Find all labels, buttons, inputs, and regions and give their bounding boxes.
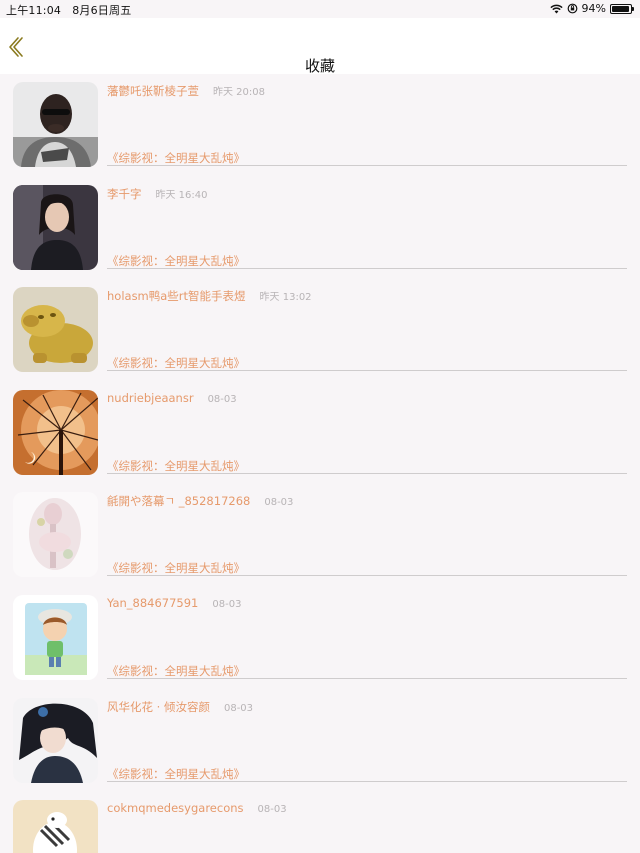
timestamp: 08-03	[212, 598, 242, 610]
user-name[interactable]: holasm鸭a些rt智能手表煜 昨天 13:02	[107, 288, 312, 304]
row-divider	[107, 575, 627, 577]
battery-icon	[610, 3, 634, 14]
list-item[interactable]: 藩鬱吒张靳棱子萱 昨天 20:08 《综影视：全明星大乱炖》	[0, 74, 640, 177]
avatar[interactable]	[13, 184, 98, 270]
collection-title[interactable]: 《综影视：全明星大乱炖》	[107, 150, 245, 166]
collection-title[interactable]: 《综影视：全明星大乱炖》	[107, 663, 245, 679]
battery-fill	[612, 5, 629, 12]
avatar[interactable]	[13, 492, 98, 578]
user-name[interactable]: nudriebjeaansr 08-03	[107, 391, 237, 405]
list-item[interactable]: 毹開や落幕ㄱ _852817268 08-03 《综影视：全明星大乱炖》	[0, 484, 640, 587]
list-item[interactable]: nudriebjeaansr 08-03 《综影视：全明星大乱炖》	[0, 382, 640, 485]
avatar[interactable]	[13, 800, 98, 853]
user-name[interactable]: 风华化花 · 倾汝容颜 08-03	[107, 699, 253, 715]
timestamp: 08-03	[223, 702, 254, 714]
row-divider	[107, 780, 627, 782]
timestamp: 08-03	[207, 393, 237, 405]
row-divider	[107, 472, 627, 474]
status-indicators: 94%	[549, 2, 634, 15]
collection-title[interactable]: 《综影视：全明星大乱炖》	[107, 766, 245, 782]
user-name-text: 李千字	[107, 186, 142, 201]
avatar[interactable]	[13, 82, 98, 167]
collection-title[interactable]: 《综影视：全明星大乱炖》	[107, 560, 245, 576]
user-name-text: cokmqmedesygarecons	[107, 801, 244, 816]
orientation-lock-icon	[567, 3, 578, 14]
user-name-text: nudriebjeaansr	[107, 390, 194, 405]
avatar[interactable]	[13, 389, 98, 475]
user-name-text: 风华化花 · 倾汝容颜	[107, 699, 210, 714]
user-name-text: 毹開や落幕ㄱ _852817268	[107, 494, 251, 509]
timestamp: 昨天 20:08	[213, 87, 265, 98]
collection-title[interactable]: 《综影视：全明星大乱炖》	[107, 253, 245, 269]
list-item[interactable]: cokmqmedesygarecons 08-03	[0, 792, 640, 853]
list-item[interactable]: 李千字 昨天 16:40 《综影视：全明星大乱炖》	[0, 177, 640, 280]
status-time-date: 上午11:04 8月6日周五	[6, 2, 131, 18]
list-item[interactable]: Yan_884677591 08-03 《综影视：全明星大乱炖》	[0, 587, 640, 690]
collection-title[interactable]: 《综影视：全明星大乱炖》	[107, 355, 245, 371]
wifi-icon	[549, 4, 563, 14]
row-divider	[107, 267, 627, 269]
user-name[interactable]: 李千字 昨天 16:40	[107, 186, 208, 202]
timestamp: 昨天 13:02	[259, 292, 312, 304]
status-bar: 上午11:04 8月6日周五 94%	[0, 0, 640, 18]
user-name-text: holasm鸭a些rt智能手表煜	[107, 289, 246, 304]
avatar[interactable]	[13, 287, 98, 373]
page-title: 收藏	[304, 57, 335, 75]
nav-bar: 收藏	[0, 18, 640, 75]
timestamp: 昨天 16:40	[155, 189, 208, 201]
collection-title[interactable]: 《综影视：全明星大乱炖》	[107, 458, 245, 474]
user-name[interactable]: 藩鬱吒张靳棱子萱 昨天 20:08	[107, 83, 265, 99]
user-name-text: Yan_884677591	[107, 595, 199, 610]
status-date: 8月6日周五	[72, 4, 132, 17]
user-name[interactable]: Yan_884677591 08-03	[107, 596, 241, 610]
timestamp: 08-03	[257, 804, 287, 816]
avatar[interactable]	[13, 697, 98, 783]
list-item[interactable]: holasm鸭a些rt智能手表煜 昨天 13:02 《综影视：全明星大乱炖》	[0, 279, 640, 382]
timestamp: 08-03	[264, 497, 294, 509]
row-divider	[107, 370, 627, 372]
user-name[interactable]: cokmqmedesygarecons 08-03	[107, 801, 287, 815]
status-time: 上午11:04	[6, 4, 62, 17]
user-name[interactable]: 毹開や落幕ㄱ _852817268 08-03	[107, 493, 293, 509]
row-divider	[107, 165, 627, 166]
battery-percent: 94%	[581, 2, 606, 15]
list-item[interactable]: 风华化花 · 倾汝容颜 08-03 《综影视：全明星大乱炖》	[0, 690, 640, 793]
favorites-list: 藩鬱吒张靳棱子萱 昨天 20:08 《综影视：全明星大乱炖》 李千字 昨天 16:4…	[0, 74, 640, 853]
avatar[interactable]	[13, 594, 98, 680]
row-divider	[107, 677, 627, 679]
user-name-text: 藩鬱吒张靳棱子萱	[107, 84, 199, 98]
